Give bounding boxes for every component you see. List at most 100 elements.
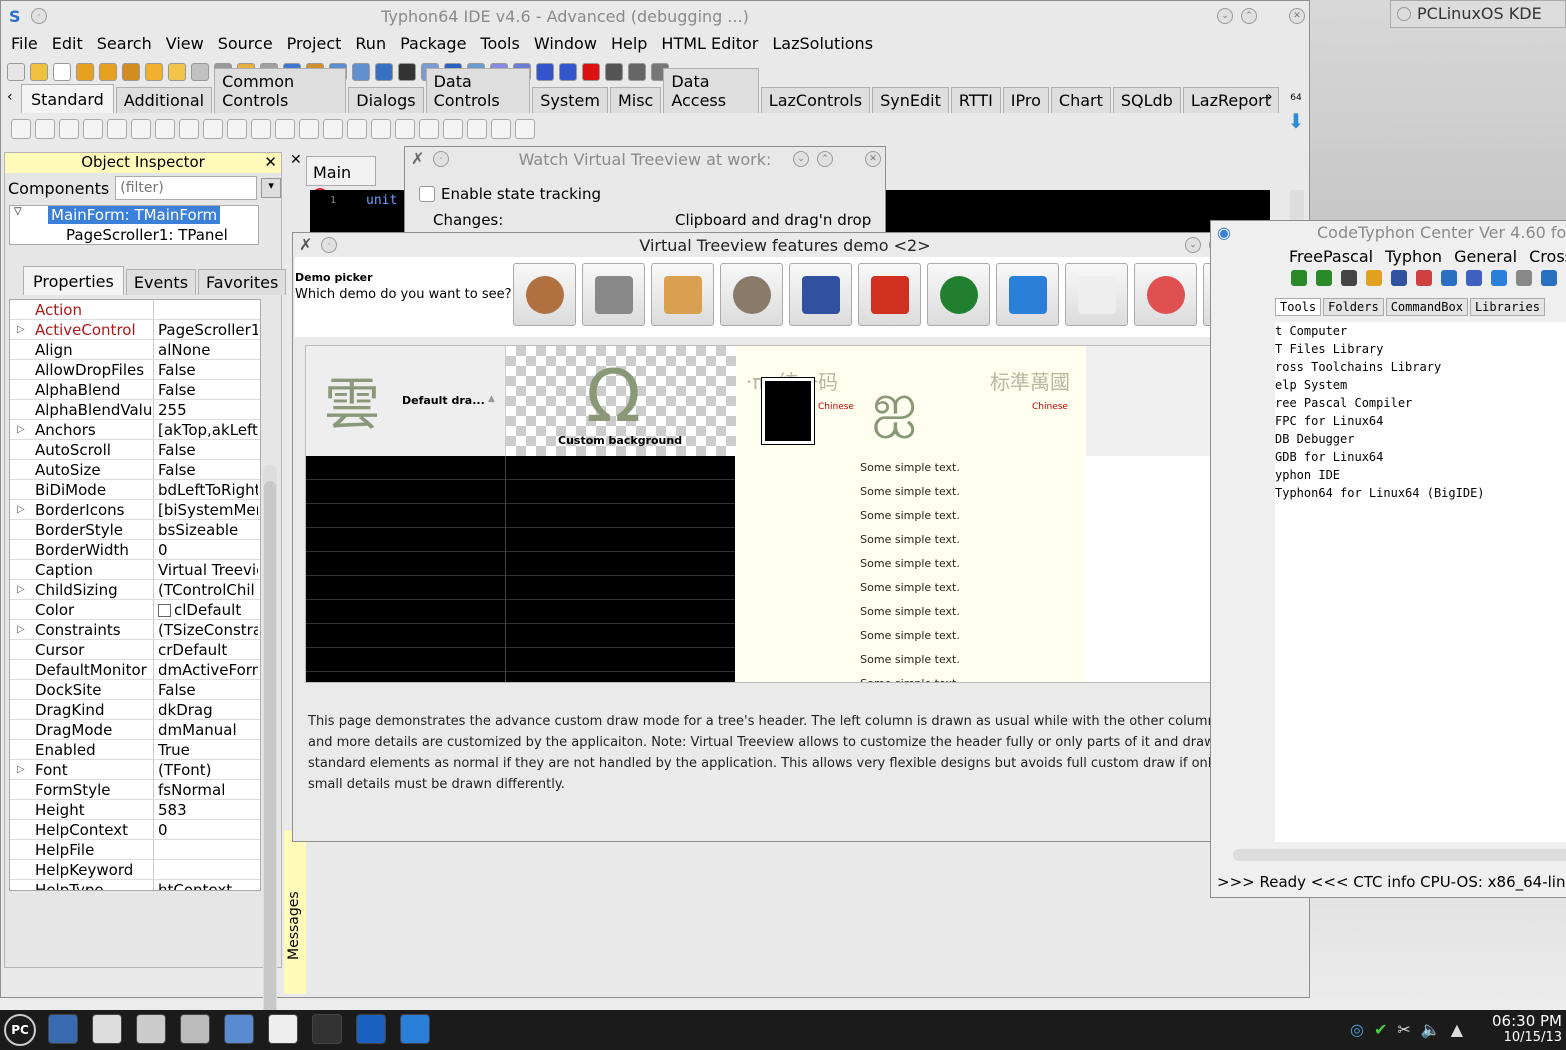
palette-component-14-icon[interactable] — [347, 119, 367, 139]
menu-view[interactable]: View — [166, 34, 204, 53]
palette-tab-lazreport[interactable]: LazReport — [1182, 87, 1279, 113]
demo-picker-9-icon[interactable] — [1134, 263, 1197, 326]
palette-component-15-icon[interactable] — [371, 119, 391, 139]
center-tab-tools[interactable]: Tools — [1275, 298, 1322, 316]
clock[interactable]: 06:30 PM 10/15/13 — [1488, 1012, 1562, 1045]
palette-component-3-icon[interactable] — [83, 119, 103, 139]
property-row[interactable]: HelpFile — [10, 840, 260, 860]
property-value[interactable]: dmActiveForm — [154, 660, 258, 679]
property-row[interactable]: AlphaBlendValue 255 — [10, 400, 260, 420]
property-row[interactable]: Cursor crDefault — [10, 640, 260, 660]
toolbar-tool-7-icon[interactable] — [168, 63, 186, 81]
update-ok-icon[interactable]: ✔ — [1374, 1020, 1387, 1039]
menu-package[interactable]: Package — [400, 34, 466, 53]
property-row[interactable]: HelpKeyword — [10, 860, 260, 880]
watch-titlebar[interactable]: ✗ · Watch Virtual Treeview at work: ⌄ ⌃ … — [405, 147, 885, 171]
oi-tab-events[interactable]: Events — [125, 269, 197, 295]
property-value[interactable]: Virtual Treevie — [154, 560, 258, 579]
palette-component-11-icon[interactable] — [275, 119, 295, 139]
property-row[interactable]: BorderWidth 0 — [10, 540, 260, 560]
property-value[interactable]: fsNormal — [154, 780, 258, 799]
center-hscroll[interactable] — [1233, 849, 1566, 861]
typhon-tray-icon[interactable]: ◎ — [1350, 1020, 1364, 1039]
oi-close-icon[interactable]: ✕ — [264, 153, 277, 171]
toolbar-tool-27-icon[interactable] — [628, 63, 646, 81]
taskbar-app-2-icon[interactable] — [136, 1014, 166, 1044]
palette-scroll-left-icon[interactable]: ‹ — [7, 89, 13, 105]
property-row[interactable]: Caption Virtual Treevie — [10, 560, 260, 580]
messages-label[interactable]: Messages — [286, 891, 302, 960]
palette-component-7-icon[interactable] — [179, 119, 199, 139]
components-filter-input[interactable] — [115, 176, 258, 200]
palette-component-1-icon[interactable] — [35, 119, 55, 139]
property-row[interactable]: AutoScroll False — [10, 440, 260, 460]
property-value[interactable] — [154, 300, 258, 319]
ide-titlebar[interactable]: S · Typhon64 IDE v4.6 - Advanced (debugg… — [1, 1, 1309, 31]
oi-tab-properties[interactable]: Properties — [23, 266, 124, 295]
taskbar-app-0-icon[interactable] — [48, 1014, 78, 1044]
palette-tab-additional[interactable]: Additional — [115, 87, 213, 113]
property-row[interactable]: AutoSize False — [10, 460, 260, 480]
property-row[interactable]: AllowDropFiles False — [10, 360, 260, 380]
center-toolbar-5-icon[interactable] — [1416, 270, 1432, 286]
desktop-os-label[interactable]: PCLinuxOS KDE — [1390, 0, 1566, 28]
demo-titlebar[interactable]: ✗ · Virtual Treeview features demo <2> ⌄… — [293, 233, 1277, 257]
palette-component-16-icon[interactable] — [395, 119, 415, 139]
property-row[interactable]: DragKind dkDrag — [10, 700, 260, 720]
palette-component-13-icon[interactable] — [323, 119, 343, 139]
demo-picker-8-icon[interactable] — [1065, 263, 1128, 326]
toolbar-tool-0-icon[interactable] — [7, 63, 25, 81]
toolbar-tool-25-icon[interactable] — [582, 63, 600, 81]
center-tab-folders[interactable]: Folders — [1323, 298, 1384, 316]
property-value[interactable] — [154, 840, 258, 859]
palette-tab-ipro[interactable]: IPro — [1002, 87, 1049, 113]
property-value[interactable]: False — [154, 380, 258, 399]
property-row[interactable]: HelpType htContext — [10, 880, 260, 890]
taskbar-app-4-icon[interactable] — [224, 1014, 254, 1044]
property-value[interactable]: False — [154, 460, 258, 479]
property-row[interactable]: HelpContext 0 — [10, 820, 260, 840]
palette-component-12-icon[interactable] — [299, 119, 319, 139]
palette-component-18-icon[interactable] — [443, 119, 463, 139]
header-col-default[interactable]: 雲 Default dra... ▲ — [306, 346, 506, 456]
tray-expand-icon[interactable]: ▲ — [1451, 1020, 1463, 1039]
center-toolbar-0-icon[interactable] — [1291, 270, 1307, 286]
toolbar-tool-24-icon[interactable] — [559, 63, 577, 81]
tree-row[interactable]: Some simple text. — [306, 528, 1254, 552]
palette-tab-lazcontrols[interactable]: LazControls — [760, 87, 871, 113]
toolbar-tool-5-icon[interactable] — [122, 63, 140, 81]
volume-icon[interactable]: 🔈 — [1421, 1020, 1441, 1039]
menu-source[interactable]: Source — [218, 34, 273, 53]
toolbar-tool-6-icon[interactable] — [145, 63, 163, 81]
demo-collapse-button[interactable]: ⌄ — [1185, 237, 1201, 253]
demo-picker-3-icon[interactable] — [720, 263, 783, 326]
property-value[interactable]: 0 — [154, 540, 258, 559]
ide-restore-button[interactable]: ⌃ — [1241, 8, 1257, 24]
center-toolbar-3-icon[interactable] — [1366, 270, 1382, 286]
tree-row[interactable]: Some simple text. — [306, 672, 1254, 682]
demo-picker-2-icon[interactable] — [651, 263, 714, 326]
property-value[interactable]: 0 — [154, 820, 258, 839]
tree-row[interactable]: Some simple text. — [306, 504, 1254, 528]
center-menu-typhon[interactable]: Typhon — [1385, 247, 1442, 266]
expand-arrow-icon[interactable]: ▷ — [17, 760, 25, 779]
property-row[interactable]: ▷ Font (TFont) — [10, 760, 260, 780]
palette-scroll-right-icon[interactable]: › — [1267, 89, 1273, 105]
property-row[interactable]: ▷ ActiveControl PageScroller1 — [10, 320, 260, 340]
menu-file[interactable]: File — [11, 34, 38, 53]
palette-component-2-icon[interactable] — [59, 119, 79, 139]
tree-row[interactable]: Some simple text. — [306, 456, 1254, 480]
property-row[interactable]: DragMode dmManual — [10, 720, 260, 740]
palette-tab-dialogs[interactable]: Dialogs — [348, 87, 424, 113]
center-tab-commandbox[interactable]: CommandBox — [1385, 298, 1468, 316]
toolbar-tool-2-icon[interactable] — [53, 63, 71, 81]
property-value[interactable]: False — [154, 440, 258, 459]
property-row[interactable]: BorderStyle bsSizeable — [10, 520, 260, 540]
property-row[interactable]: Action — [10, 300, 260, 320]
menu-project[interactable]: Project — [287, 34, 342, 53]
menu-run[interactable]: Run — [355, 34, 386, 53]
property-row[interactable]: DefaultMonitor dmActiveForm — [10, 660, 260, 680]
header-col-chinese[interactable]: ·π- 统一码 标準萬國 ஐ Chinese Chinese — [736, 346, 1086, 456]
palette-tab-system[interactable]: System — [532, 87, 608, 113]
toolbar-tool-3-icon[interactable] — [76, 63, 94, 81]
